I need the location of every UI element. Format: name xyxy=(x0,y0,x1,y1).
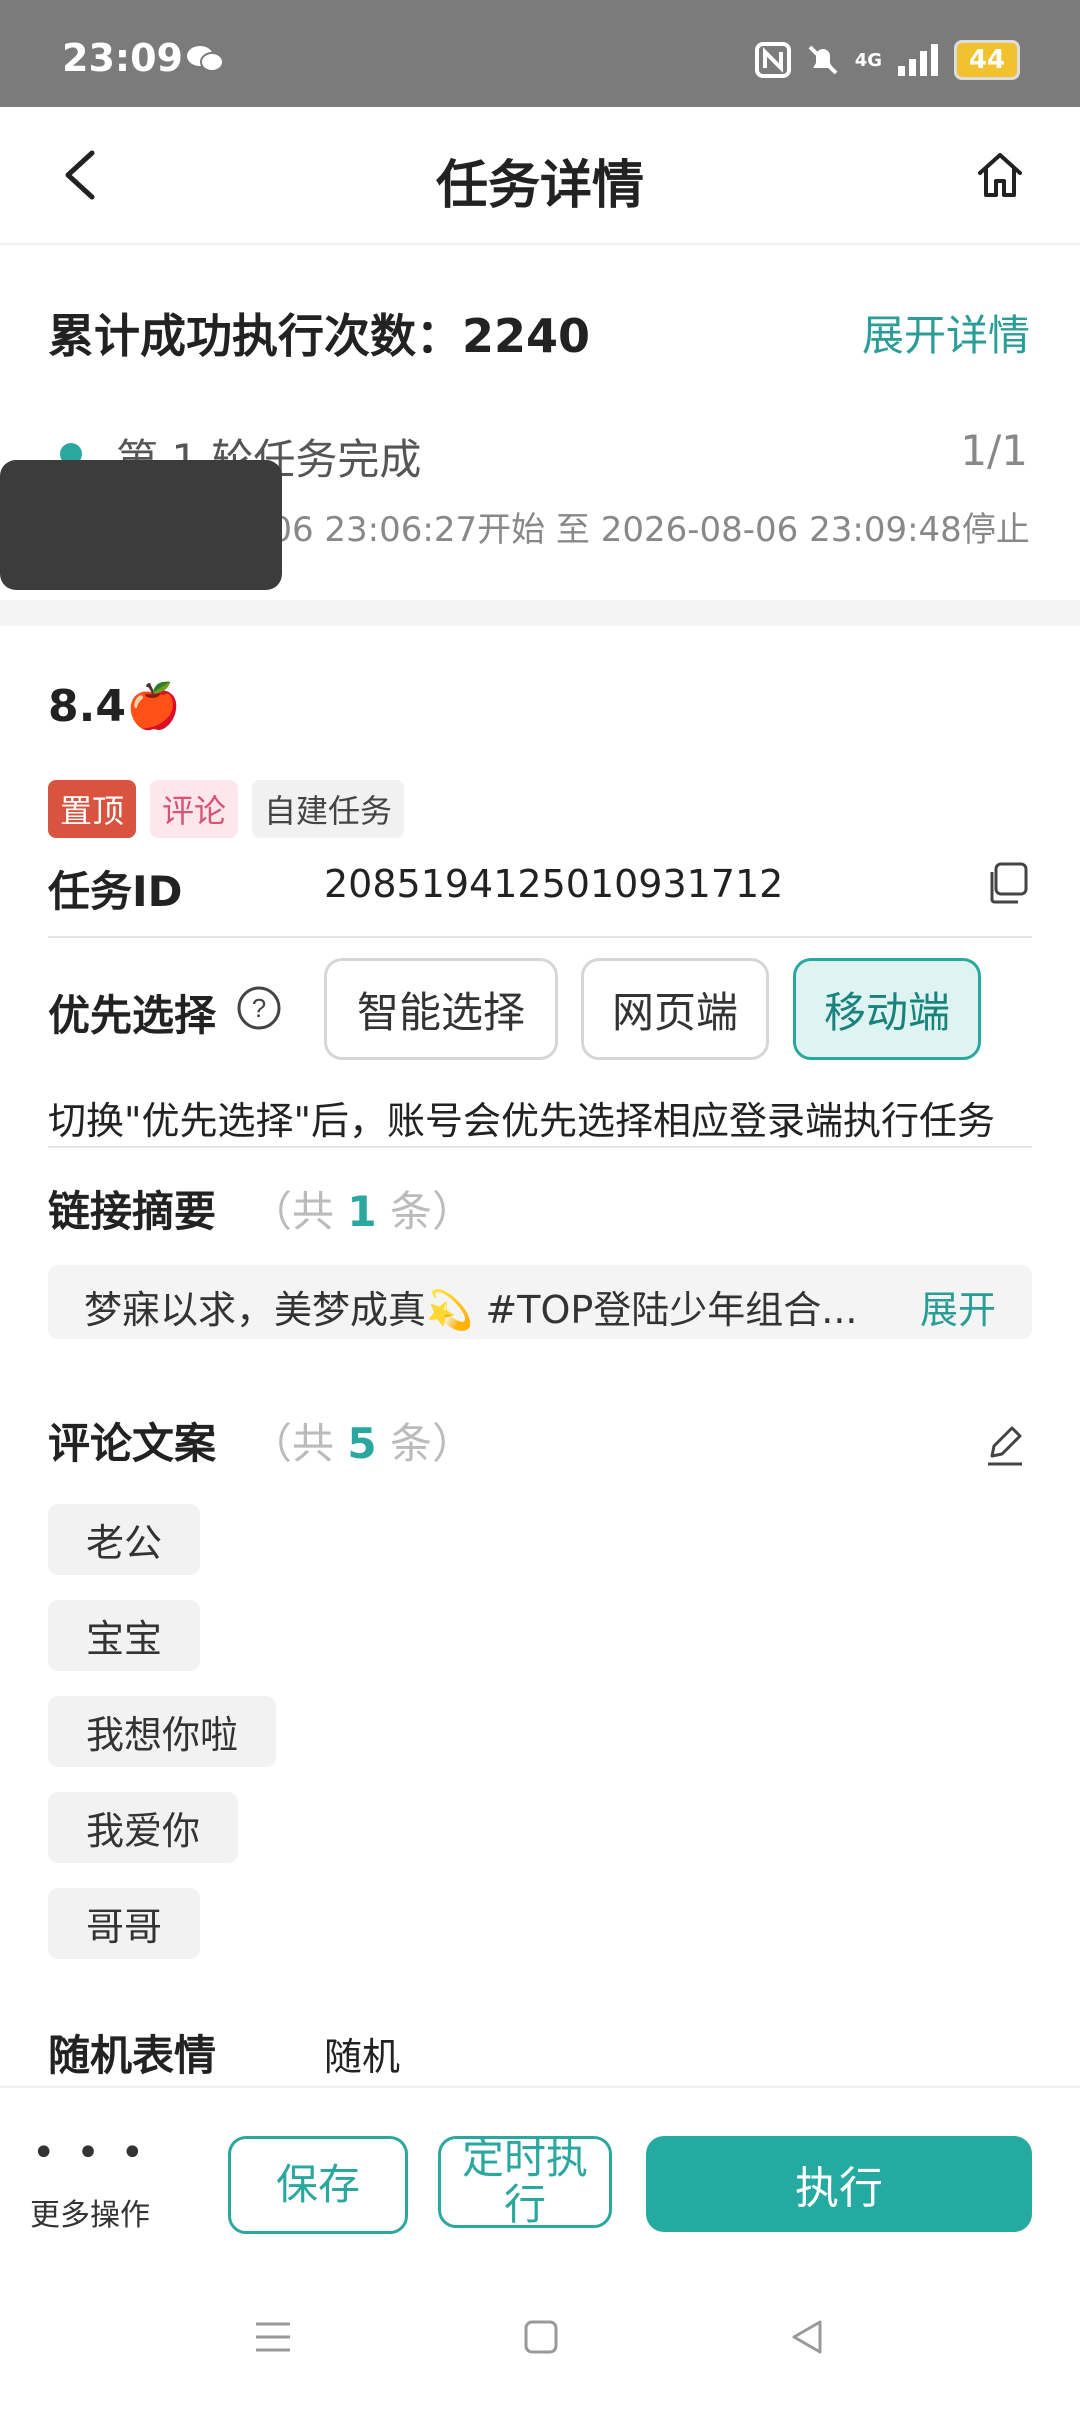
svg-text:?: ? xyxy=(252,993,266,1023)
separator xyxy=(48,1146,1032,1148)
random-emoji-label: 随机表情 xyxy=(48,2031,217,2080)
schedule-execute-button[interactable]: 定时执行 xyxy=(438,2136,612,2228)
copy-icon[interactable] xyxy=(984,860,1030,906)
task-id-label: 任务ID xyxy=(48,867,183,916)
random-emoji-value[interactable]: 随机 xyxy=(324,2026,400,2081)
expand-details-link[interactable]: 展开详情 xyxy=(862,302,1030,363)
priority-label: 优先选择 xyxy=(48,991,217,1040)
count-prefix: （共 xyxy=(250,1419,335,1468)
edit-pencil-icon[interactable] xyxy=(982,1422,1028,1468)
task-id-value: 2085194125010931712 xyxy=(324,862,784,906)
count-suffix: 条） xyxy=(389,1187,474,1236)
more-actions-button[interactable]: • • • 更多操作 xyxy=(30,2130,150,2234)
link-expand-button[interactable]: 展开 xyxy=(920,1279,996,1334)
home-square-icon[interactable] xyxy=(518,2314,564,2360)
more-dots-icon: • • • xyxy=(31,2130,149,2176)
status-bar: 23:09 4G 44 xyxy=(0,0,1080,107)
battery-indicator: 44 xyxy=(954,40,1020,80)
comment-chip[interactable]: 老公 xyxy=(48,1504,201,1575)
task-tags: 置顶 评论 自建任务 xyxy=(48,780,405,838)
comment-chip[interactable]: 我想你啦 xyxy=(48,1696,277,1767)
option-smart-button[interactable]: 智能选择 xyxy=(324,958,558,1060)
back-triangle-icon[interactable] xyxy=(784,2314,830,2360)
tag-comment: 评论 xyxy=(150,780,239,838)
task-name: 8.4🍎 xyxy=(48,681,181,732)
network-label: 4G xyxy=(854,49,882,71)
help-question-icon[interactable]: ? xyxy=(236,985,282,1031)
count-number: 5 xyxy=(347,1419,377,1468)
comment-copy-label: 评论文案 xyxy=(48,1419,217,1468)
tag-self-created: 自建任务 xyxy=(252,780,405,838)
home-icon[interactable] xyxy=(974,149,1026,201)
comment-chip[interactable]: 我爱你 xyxy=(48,1792,239,1863)
page-title: 任务详情 xyxy=(435,156,644,216)
link-summary-text: 梦寐以求，美梦成真💫 #TOP登陆少年组合... xyxy=(84,1288,858,1332)
count-number: 1 xyxy=(347,1187,377,1236)
save-button[interactable]: 保存 xyxy=(228,2136,408,2234)
link-count: （共 1 条） xyxy=(250,1178,474,1239)
bottom-action-bar: • • • 更多操作 保存 定时执行 执行 xyxy=(0,2086,1080,2268)
link-summary-label: 链接摘要 xyxy=(48,1187,217,1236)
section-divider xyxy=(0,600,1080,626)
mute-bell-icon xyxy=(808,45,838,75)
comment-chip[interactable]: 哥哥 xyxy=(48,1888,201,1959)
separator xyxy=(48,936,1032,938)
more-actions-label: 更多操作 xyxy=(30,2198,150,2233)
round-count: 1/1 xyxy=(960,426,1028,475)
success-count: 累计成功执行次数：2240 xyxy=(48,309,591,363)
comment-chip[interactable]: 宝宝 xyxy=(48,1600,201,1671)
wechat-notification-icon xyxy=(187,46,224,72)
system-nav-bar xyxy=(0,2266,1080,2412)
nfc-icon xyxy=(754,42,791,78)
redaction-overlay xyxy=(0,460,282,590)
menu-lines-icon[interactable] xyxy=(250,2314,296,2360)
count-prefix: （共 xyxy=(250,1187,335,1236)
tag-pinned: 置顶 xyxy=(48,780,137,838)
status-time: 23:09 xyxy=(62,36,183,80)
signal-icon xyxy=(898,44,938,76)
status-icons: 4G 44 xyxy=(754,40,1020,80)
execute-button[interactable]: 执行 xyxy=(646,2136,1032,2232)
link-summary-box: 梦寐以求，美梦成真💫 #TOP登陆少年组合... 展开 xyxy=(48,1265,1032,1339)
count-suffix: 条） xyxy=(389,1419,474,1468)
top-bar: 任务详情 xyxy=(0,107,1080,245)
option-web-button[interactable]: 网页端 xyxy=(581,958,769,1060)
comment-count: （共 5 条） xyxy=(250,1410,474,1471)
option-mobile-button[interactable]: 移动端 xyxy=(793,958,981,1060)
priority-hint: 切换"优先选择"后，账号会优先选择相应登录端执行任务 xyxy=(48,1099,995,1143)
